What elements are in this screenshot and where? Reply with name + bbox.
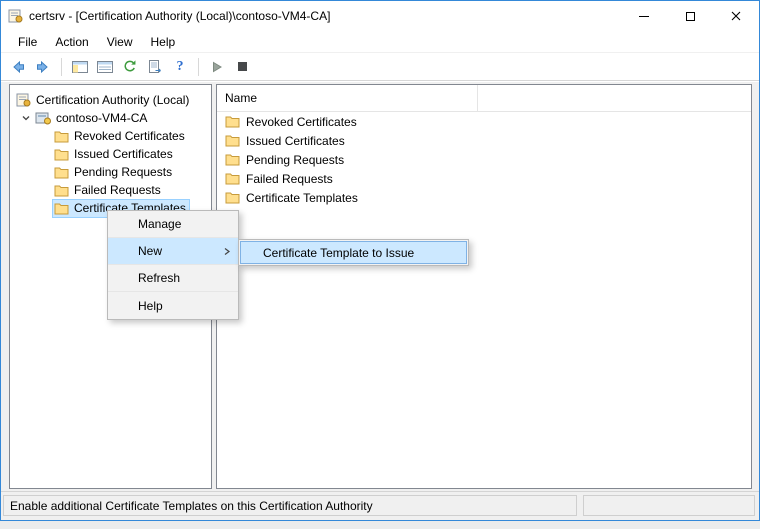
chevron-down-icon[interactable] [20, 113, 32, 123]
folder-icon [54, 148, 69, 161]
menu-item-label: Manage [138, 217, 181, 231]
folder-icon [54, 202, 69, 215]
certification-authority-icon [16, 93, 31, 107]
folder-icon [54, 184, 69, 197]
folder-icon [225, 172, 240, 185]
list-item-label: Failed Requests [246, 172, 333, 186]
toolbar: ? [1, 53, 759, 81]
window-controls [621, 1, 759, 31]
submenu-item-certificate-template-to-issue[interactable]: Certificate Template to Issue [241, 242, 466, 263]
list-item-label: Revoked Certificates [246, 115, 357, 129]
submenu-item-label: Certificate Template to Issue [263, 246, 414, 260]
list-item-revoked-certificates[interactable]: Revoked Certificates [217, 112, 751, 131]
menu-view[interactable]: View [98, 32, 142, 52]
folder-icon [225, 191, 240, 204]
tree-node-certification-authority[interactable]: Certification Authority (Local) [10, 91, 211, 109]
tree-node-label: Failed Requests [74, 183, 161, 197]
minimize-button[interactable] [621, 1, 667, 31]
status-empty-cell [583, 495, 755, 516]
refresh-icon[interactable] [121, 58, 139, 76]
context-menu-item-help[interactable]: Help [108, 292, 238, 319]
tree-node-label: Pending Requests [74, 165, 172, 179]
minimize-icon [639, 16, 649, 17]
close-icon [731, 11, 741, 21]
context-menu-item-manage[interactable]: Manage [108, 211, 238, 238]
menu-action[interactable]: Action [46, 32, 97, 52]
submenu-arrow-icon [224, 247, 230, 256]
tree-node-revoked-certificates[interactable]: Revoked Certificates [10, 127, 211, 145]
tree-node-failed-requests[interactable]: Failed Requests [10, 181, 211, 199]
toolbar-separator [198, 58, 199, 76]
folder-icon [54, 166, 69, 179]
status-text: Enable additional Certificate Templates … [10, 499, 373, 513]
menu-item-label: Refresh [138, 271, 180, 285]
folder-icon [225, 153, 240, 166]
titlebar: certsrv - [Certification Authority (Loca… [1, 1, 759, 31]
list-item-pending-requests[interactable]: Pending Requests [217, 150, 751, 169]
result-list-pane: Name Revoked Certificates Issued Certifi… [216, 84, 752, 489]
folder-icon [225, 134, 240, 147]
help-glyph: ? [177, 59, 184, 75]
tree-node-issued-certificates[interactable]: Issued Certificates [10, 145, 211, 163]
list-item-failed-requests[interactable]: Failed Requests [217, 169, 751, 188]
tree-node-label: Certification Authority (Local) [36, 93, 189, 107]
window-title: certsrv - [Certification Authority (Loca… [29, 9, 330, 23]
tree-node-label: contoso-VM4-CA [56, 111, 147, 125]
folder-icon [54, 130, 69, 143]
back-icon[interactable] [9, 58, 27, 76]
menubar: File Action View Help [1, 31, 759, 53]
ca-server-icon [35, 111, 51, 125]
help-icon[interactable]: ? [171, 58, 189, 76]
menu-file[interactable]: File [9, 32, 46, 52]
status-text-cell: Enable additional Certificate Templates … [3, 495, 577, 516]
column-header-name[interactable]: Name [217, 85, 478, 111]
toolbar-separator [61, 58, 62, 76]
export-list-icon[interactable] [146, 58, 164, 76]
show-console-tree-icon[interactable] [71, 58, 89, 76]
context-menu-item-new[interactable]: New [108, 238, 238, 265]
list-header: Name [217, 85, 751, 112]
tree-node-pending-requests[interactable]: Pending Requests [10, 163, 211, 181]
context-menu: Manage New Refresh Help [107, 210, 239, 320]
maximize-button[interactable] [667, 1, 713, 31]
start-service-icon[interactable] [208, 58, 226, 76]
menu-help[interactable]: Help [142, 32, 185, 52]
tree-node-label: Revoked Certificates [74, 129, 185, 143]
menu-item-label: Help [138, 299, 163, 313]
folder-icon [225, 115, 240, 128]
tree-node-label: Issued Certificates [74, 147, 173, 161]
list-item-label: Issued Certificates [246, 134, 345, 148]
view-icon[interactable] [96, 58, 114, 76]
context-menu-item-refresh[interactable]: Refresh [108, 265, 238, 292]
certsrv-app-icon [8, 9, 23, 23]
stop-service-icon[interactable] [233, 58, 251, 76]
menu-item-label: New [138, 244, 162, 258]
close-button[interactable] [713, 1, 759, 31]
list-item-certificate-templates[interactable]: Certificate Templates [217, 188, 751, 207]
statusbar: Enable additional Certificate Templates … [1, 491, 759, 520]
maximize-icon [686, 12, 695, 21]
list-item-label: Pending Requests [246, 153, 344, 167]
tree-node-ca[interactable]: contoso-VM4-CA [10, 109, 211, 127]
new-submenu: Certificate Template to Issue [238, 239, 469, 266]
list-item-issued-certificates[interactable]: Issued Certificates [217, 131, 751, 150]
forward-icon[interactable] [34, 58, 52, 76]
list-item-label: Certificate Templates [246, 191, 358, 205]
